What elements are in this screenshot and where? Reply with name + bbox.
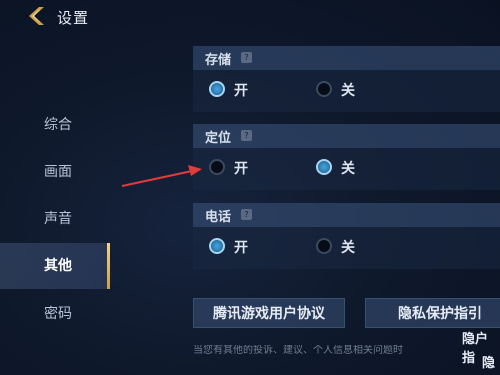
page-title: 设置	[57, 9, 90, 27]
help-icon[interactable]: ?	[241, 130, 252, 141]
location-section: 定位 ? 开 关	[193, 124, 500, 194]
radio-icon[interactable]	[209, 81, 225, 97]
chevron-left-icon[interactable]	[27, 6, 47, 26]
section-title: 电话	[205, 210, 232, 225]
sidebar-item-password[interactable]: 密码	[0, 291, 110, 337]
help-icon[interactable]: ?	[241, 209, 252, 220]
sidebar-item-general[interactable]: 综合	[0, 102, 110, 148]
section-title: 存储	[205, 53, 232, 68]
sidebar: 综合 画面 声音 其他 密码	[0, 100, 110, 340]
section-options: 开 关	[193, 148, 500, 190]
sidebar-item-sound[interactable]: 声音	[0, 196, 110, 242]
section-options: 开 关	[193, 227, 500, 269]
help-icon[interactable]: ?	[241, 52, 252, 63]
sidebar-item-other[interactable]: 其他	[0, 243, 110, 289]
option-label: 关	[341, 83, 355, 99]
option-label: 开	[234, 240, 248, 256]
notice-text: 当您有其他的投诉、建议、个人信息相关问题时	[193, 345, 403, 356]
option-label: 关	[341, 240, 355, 256]
option-label: 开	[234, 161, 248, 177]
user-agreement-button[interactable]: 腾讯游戏用户协议	[193, 298, 345, 328]
annotation-arrow-icon	[121, 165, 202, 187]
top-bar: 设置	[0, 0, 500, 34]
privacy-guide-button[interactable]: 隐私保护指引	[365, 298, 500, 328]
section-header: 定位 ?	[193, 124, 500, 148]
radio-icon[interactable]	[316, 159, 332, 175]
option-label: 关	[341, 161, 355, 177]
radio-icon[interactable]	[316, 238, 332, 254]
radio-icon[interactable]	[209, 238, 225, 254]
sidebar-item-display[interactable]: 画面	[0, 149, 110, 195]
radio-icon[interactable]	[316, 81, 332, 97]
option-label: 开	[234, 83, 248, 99]
section-header: 存储 ?	[193, 46, 500, 70]
radio-icon[interactable]	[209, 159, 225, 175]
storage-section: 存储 ? 开 关	[193, 46, 500, 116]
section-title: 定位	[205, 131, 232, 146]
section-header: 电话 ?	[193, 203, 500, 227]
section-options: 开 关	[193, 70, 500, 112]
phone-section: 电话 ? 开 关	[193, 203, 500, 273]
